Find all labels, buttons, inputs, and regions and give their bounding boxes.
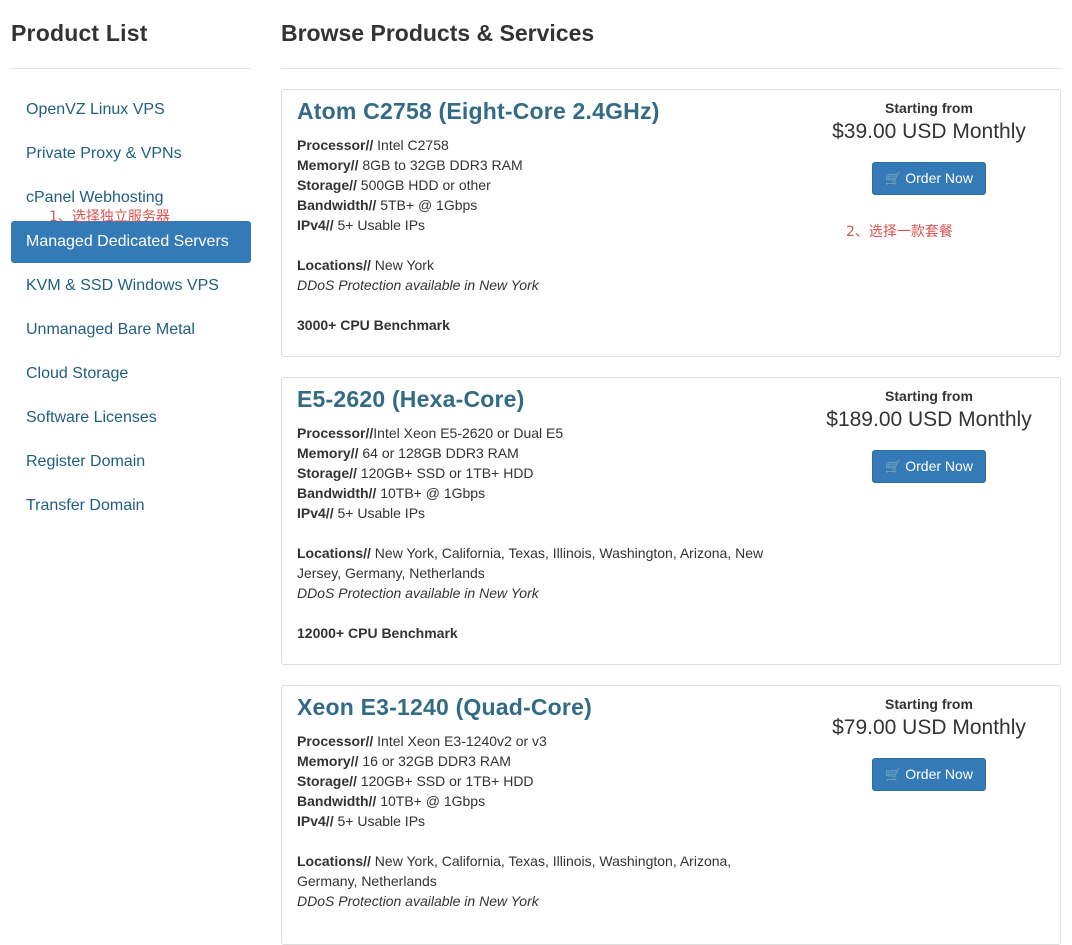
spec-bandwidth: Bandwidth// 10TB+ @ 1Gbps <box>297 483 767 503</box>
sidebar-item-cloud-storage[interactable]: Cloud Storage <box>11 353 251 395</box>
product-price: $39.00 USD Monthly <box>832 120 1026 143</box>
sidebar-item-managed-dedicated-servers[interactable]: Managed Dedicated Servers <box>11 221 251 263</box>
spec-processor: Processor// Intel C2758 <box>297 135 767 155</box>
sidebar-item-unmanaged-bare-metal[interactable]: Unmanaged Bare Metal <box>11 309 251 351</box>
spec-label: Bandwidth// <box>297 793 377 809</box>
shopping-cart-icon: 🛒 <box>885 767 902 782</box>
sidebar: Product List OpenVZ Linux VPS Private Pr… <box>11 0 251 529</box>
spec-ipv4: IPv4// 5+ Usable IPs <box>297 215 767 235</box>
spec-locations: Locations// New York <box>297 255 767 275</box>
spec-value: 16 or 32GB DDR3 RAM <box>358 753 511 769</box>
order-now-label: Order Now <box>905 766 973 782</box>
spec-label: IPv4// <box>297 217 334 233</box>
starting-from-label: Starting from <box>885 696 973 712</box>
spec-value: 120GB+ SSD or 1TB+ HDD <box>356 773 534 789</box>
spec-label: Locations// <box>297 545 371 561</box>
spec-value: 10TB+ @ 1Gbps <box>376 485 486 501</box>
shopping-cart-icon: 🛒 <box>885 171 902 186</box>
spec-memory: Memory// 16 or 32GB DDR3 RAM <box>297 751 767 771</box>
product-card: Xeon E3-1240 (Quad-Core) Processor// Int… <box>281 685 1061 945</box>
page-title: Browse Products & Services <box>281 0 1061 69</box>
spec-ipv4: IPv4// 5+ Usable IPs <box>297 503 767 523</box>
spec-label: Memory// <box>297 157 359 173</box>
annotation-step-1: 1、选择独立服务器 <box>49 209 170 225</box>
sidebar-item-openvz-linux-vps[interactable]: OpenVZ Linux VPS <box>11 89 251 131</box>
spec-value: 10TB+ @ 1Gbps <box>376 793 486 809</box>
spec-label: Memory// <box>297 753 359 769</box>
spec-label: Processor// <box>297 425 374 441</box>
product-specs: Processor// Intel C2758 Memory// 8GB to … <box>297 135 767 335</box>
spec-storage: Storage// 120GB+ SSD or 1TB+ HDD <box>297 771 767 791</box>
spec-bandwidth: Bandwidth// 10TB+ @ 1Gbps <box>297 791 767 811</box>
ddos-note: DDoS Protection available in New York <box>297 893 539 909</box>
pricing-panel: Starting from $189.00 USD Monthly 🛒 Order… <box>798 388 1060 483</box>
spec-value: Intel Xeon E3-1240v2 or v3 <box>373 733 547 749</box>
spec-locations: Locations// New York, California, Texas,… <box>297 543 767 583</box>
order-now-label: Order Now <box>905 458 973 474</box>
product-specs: Processor//Intel Xeon E5-2620 or Dual E5… <box>297 423 767 643</box>
order-now-button[interactable]: 🛒 Order Now <box>872 162 986 195</box>
spec-memory: Memory// 8GB to 32GB DDR3 RAM <box>297 155 767 175</box>
spec-label: Bandwidth// <box>297 485 377 501</box>
ddos-note: DDoS Protection available in New York <box>297 585 539 601</box>
product-specs: Processor// Intel Xeon E3-1240v2 or v3 M… <box>297 731 767 911</box>
main-content: Browse Products & Services Atom C2758 (E… <box>281 0 1061 945</box>
spec-processor: Processor// Intel Xeon E3-1240v2 or v3 <box>297 731 767 751</box>
spec-value: 5+ Usable IPs <box>333 217 426 233</box>
starting-from-label: Starting from <box>885 100 973 116</box>
pricing-panel: Starting from $79.00 USD Monthly 🛒 Order … <box>798 696 1060 791</box>
product-price: $79.00 USD Monthly <box>832 716 1026 739</box>
sidebar-item-private-proxy-vpns[interactable]: Private Proxy & VPNs <box>11 133 251 175</box>
sidebar-item-transfer-domain[interactable]: Transfer Domain <box>11 485 251 527</box>
spec-label: Locations// <box>297 257 371 273</box>
spec-label: Processor// <box>297 733 374 749</box>
spec-label: IPv4// <box>297 813 334 829</box>
spec-storage: Storage// 120GB+ SSD or 1TB+ HDD <box>297 463 767 483</box>
annotation-step-2: 2、选择一款套餐 <box>846 224 953 240</box>
spec-label: Memory// <box>297 445 359 461</box>
order-now-label: Order Now <box>905 170 973 186</box>
order-now-button[interactable]: 🛒 Order Now <box>872 450 986 483</box>
spec-value: Intel Xeon E5-2620 or Dual E5 <box>373 425 564 441</box>
spec-ipv4: IPv4// 5+ Usable IPs <box>297 811 767 831</box>
spec-label: Storage// <box>297 773 357 789</box>
product-price: $189.00 USD Monthly <box>826 408 1032 431</box>
sidebar-item-kvm-ssd-windows-vps[interactable]: KVM & SSD Windows VPS <box>11 265 251 307</box>
spec-locations: Locations// New York, California, Texas,… <box>297 851 767 891</box>
spec-value: 120GB+ SSD or 1TB+ HDD <box>356 465 534 481</box>
shopping-cart-icon: 🛒 <box>885 459 902 474</box>
spec-value: Intel C2758 <box>373 137 449 153</box>
spec-value: 64 or 128GB DDR3 RAM <box>358 445 519 461</box>
spec-value: 5+ Usable IPs <box>333 813 426 829</box>
spec-value: 5TB+ @ 1Gbps <box>376 197 478 213</box>
spec-processor: Processor//Intel Xeon E5-2620 or Dual E5 <box>297 423 767 443</box>
spec-label: Processor// <box>297 137 374 153</box>
cpu-benchmark: 12000+ CPU Benchmark <box>297 625 458 641</box>
spec-value: 5+ Usable IPs <box>333 505 426 521</box>
sidebar-item-software-licenses[interactable]: Software Licenses <box>11 397 251 439</box>
starting-from-label: Starting from <box>885 388 973 404</box>
spec-value: New York <box>370 257 434 273</box>
sidebar-title: Product List <box>11 0 251 69</box>
product-card: E5-2620 (Hexa-Core) Processor//Intel Xeo… <box>281 377 1061 665</box>
pricing-panel: Starting from $39.00 USD Monthly 🛒 Order … <box>798 100 1060 195</box>
spec-storage: Storage// 500GB HDD or other <box>297 175 767 195</box>
spec-label: Locations// <box>297 853 371 869</box>
sidebar-item-register-domain[interactable]: Register Domain <box>11 441 251 483</box>
spec-label: Storage// <box>297 465 357 481</box>
spec-label: Storage// <box>297 177 357 193</box>
spec-label: IPv4// <box>297 505 334 521</box>
ddos-note: DDoS Protection available in New York <box>297 277 539 293</box>
product-category-nav: OpenVZ Linux VPS Private Proxy & VPNs cP… <box>11 89 251 527</box>
spec-value: 500GB HDD or other <box>356 177 491 193</box>
spec-memory: Memory// 64 or 128GB DDR3 RAM <box>297 443 767 463</box>
order-now-button[interactable]: 🛒 Order Now <box>872 758 986 791</box>
cpu-benchmark: 3000+ CPU Benchmark <box>297 317 450 333</box>
spec-bandwidth: Bandwidth// 5TB+ @ 1Gbps <box>297 195 767 215</box>
spec-label: Bandwidth// <box>297 197 377 213</box>
spec-value: 8GB to 32GB DDR3 RAM <box>358 157 523 173</box>
